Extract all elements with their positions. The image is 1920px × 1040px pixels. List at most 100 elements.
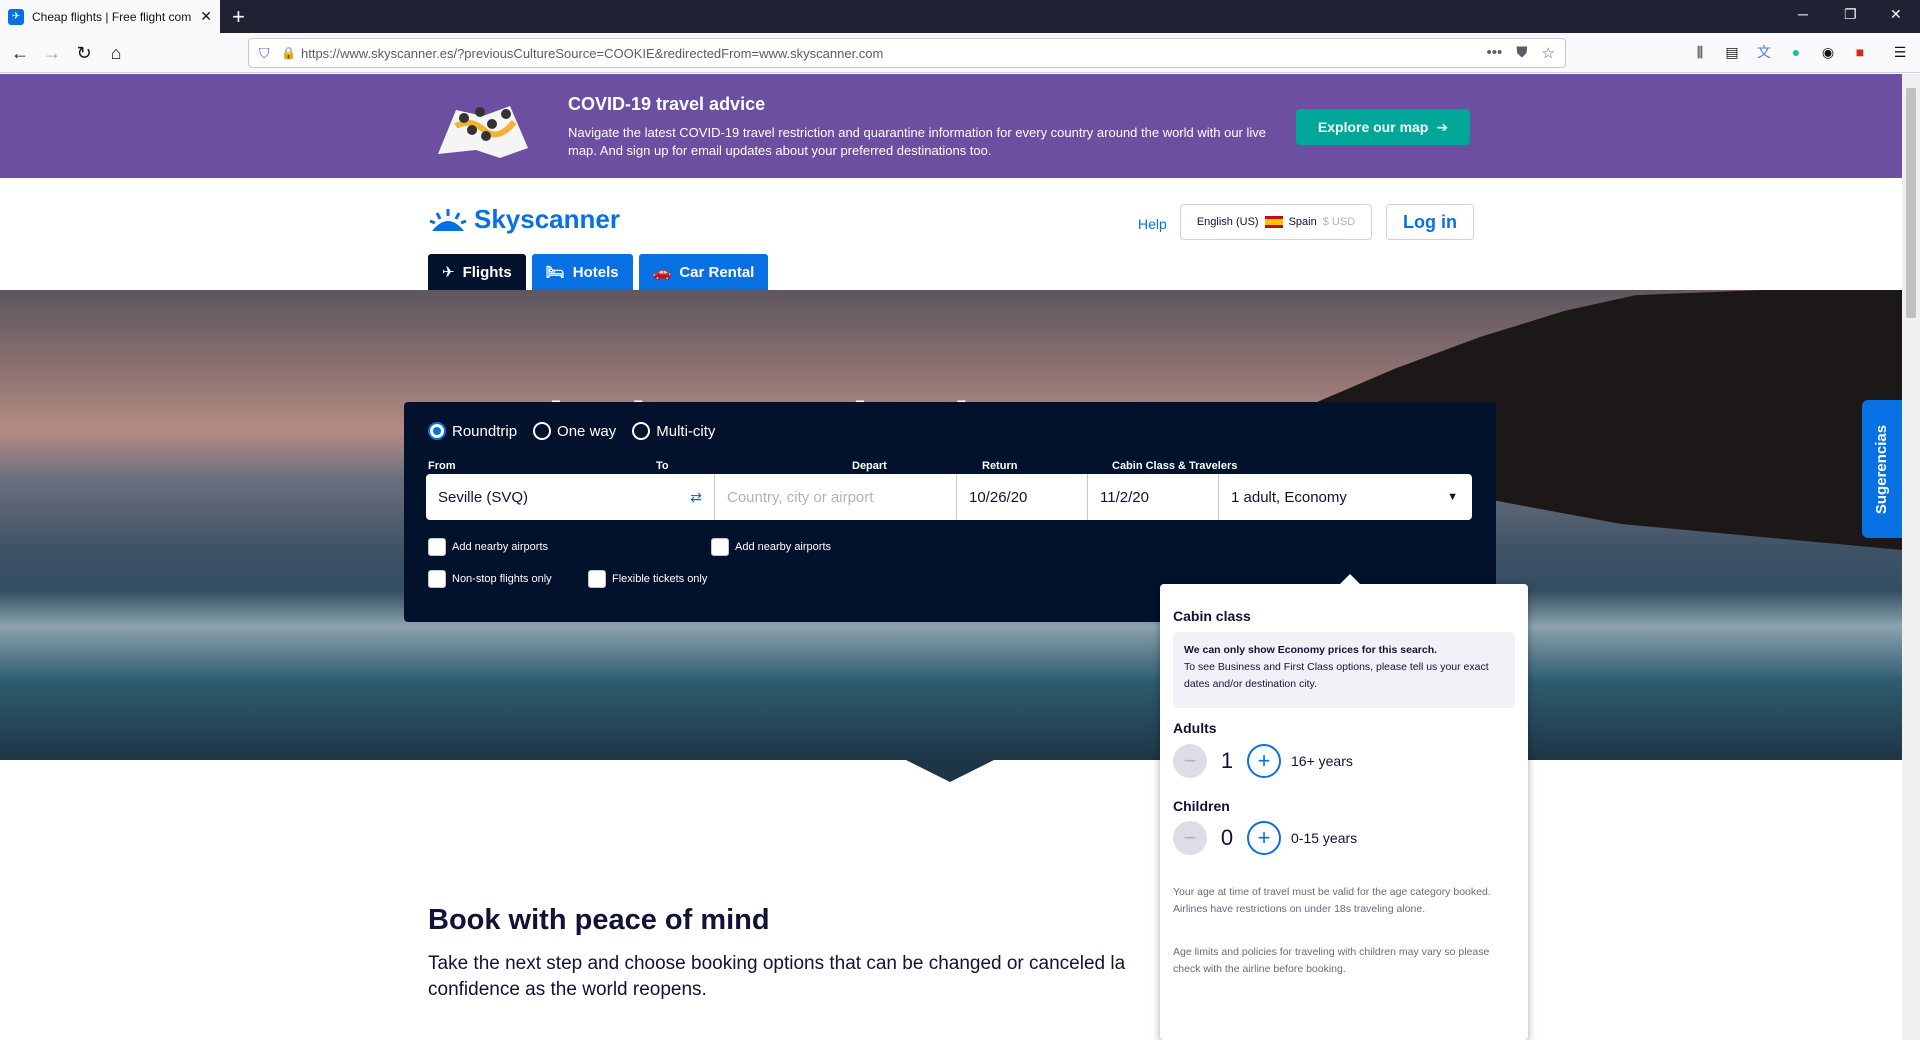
children-increase-button[interactable]: + — [1247, 821, 1281, 855]
depart-field[interactable]: 10/26/20 — [957, 474, 1088, 520]
maximize-icon[interactable]: ❐ — [1844, 6, 1857, 23]
multi-city-label: Multi-city — [656, 422, 716, 440]
explore-map-label: Explore our map — [1317, 119, 1429, 135]
page-scrollbar[interactable] — [1902, 74, 1920, 1040]
economy-info-box: We can only show Economy prices for this… — [1173, 632, 1515, 708]
extension-icon[interactable]: ■ — [1850, 42, 1870, 62]
close-window-icon[interactable]: ✕ — [1890, 6, 1902, 23]
chevron-down-icon: ▼ — [1447, 491, 1458, 503]
nearby-to-checkbox[interactable]: Add nearby airports — [711, 538, 831, 556]
url-text[interactable]: https://www.skyscanner.es/?previousCultu… — [301, 46, 1487, 61]
cabin-travelers-field[interactable]: 1 adult, Economy ▼ — [1219, 474, 1472, 520]
children-decrease-button[interactable]: − — [1173, 821, 1207, 855]
browser-tab[interactable]: ✈ Cheap flights | Free flight comparison… — [0, 0, 220, 33]
adults-stepper: − 1 + 16+ years — [1173, 744, 1353, 778]
sunrise-logo-icon — [429, 208, 467, 231]
checkbox-icon — [711, 538, 729, 556]
radio-unselected-icon — [533, 422, 552, 440]
economy-info-bold: We can only show Economy prices for this… — [1184, 644, 1438, 656]
adults-title: Adults — [1173, 720, 1217, 736]
depart-label: Depart — [852, 460, 887, 472]
tab-flights[interactable]: ✈ Flights — [428, 254, 526, 290]
menu-icon[interactable]: ☰ — [1890, 42, 1910, 62]
minimize-icon[interactable]: ─ — [1798, 6, 1808, 22]
covid-map-illustration — [438, 106, 528, 158]
book-text: Take the next step and choose booking op… — [428, 953, 1126, 1000]
suggestions-tab[interactable]: Sugerencias — [1862, 400, 1902, 538]
return-value: 11/2/20 — [1100, 488, 1149, 506]
return-label: Return — [982, 460, 1018, 472]
close-tab-icon[interactable]: ✕ — [200, 8, 212, 25]
tab-car-rental[interactable]: 🚗 Car Rental — [638, 254, 769, 290]
adults-age-range: 16+ years — [1291, 753, 1353, 769]
cabin-travelers-label: Cabin Class & Travelers — [1112, 460, 1238, 472]
one-way-label: One way — [557, 422, 617, 440]
back-icon[interactable]: ← — [8, 41, 32, 65]
adults-increase-button[interactable]: + — [1247, 744, 1281, 778]
page-actions-icon[interactable]: ••• — [1487, 44, 1503, 62]
browser-tab-bar: ✈ Cheap flights | Free flight comparison… — [0, 0, 1920, 33]
radio-multi-city[interactable]: Multi-city — [632, 422, 715, 440]
grammarly-icon[interactable]: ● — [1786, 42, 1806, 62]
radio-roundtrip[interactable]: Roundtrip — [428, 422, 517, 440]
tab-car-rental-label: Car Rental — [679, 263, 755, 281]
covid-title: COVID-19 travel advice — [568, 94, 766, 114]
airplane-icon: ✈ — [442, 264, 455, 281]
arrow-right-icon: ➔ — [1436, 118, 1449, 135]
tab-hotels-label: Hotels — [572, 263, 619, 281]
children-count: 0 — [1220, 825, 1234, 850]
explore-map-button[interactable]: Explore our map ➔ — [1296, 109, 1470, 145]
from-field[interactable]: Seville (SVQ) ⇄ — [426, 474, 715, 520]
children-stepper: − 0 + 0-15 years — [1173, 821, 1357, 855]
locale-selector[interactable]: English (US) Spain $ USD — [1180, 204, 1372, 240]
lock-icon[interactable]: 🔒 — [281, 46, 296, 60]
adults-count: 1 — [1220, 748, 1234, 773]
tab-hotels[interactable]: 🛏 Hotels — [531, 254, 633, 290]
reload-icon[interactable]: ↻ — [72, 41, 96, 65]
login-button[interactable]: Log in — [1386, 204, 1474, 240]
site-header: Skyscanner Help English (US) Spain $ USD… — [0, 178, 1902, 290]
translate-icon[interactable]: 文 — [1754, 42, 1774, 62]
webpage: COVID-19 travel advice Navigate the late… — [0, 74, 1902, 1040]
product-tabs: ✈ Flights 🛏 Hotels 🚗 Car Rental — [428, 254, 769, 290]
children-age-range: 0-15 years — [1291, 830, 1358, 846]
bed-icon: 🛏 — [545, 264, 565, 281]
to-label: To — [656, 460, 669, 472]
covid-banner: COVID-19 travel advice Navigate the late… — [0, 74, 1902, 178]
swap-icon[interactable]: ⇄ — [690, 489, 702, 506]
return-field[interactable]: 11/2/20 — [1088, 474, 1219, 520]
logo-text: Skyscanner — [474, 204, 620, 234]
spain-flag-icon — [1264, 216, 1283, 228]
library-icon[interactable]: ⫼ — [1690, 42, 1710, 62]
flexible-label: Flexible tickets only — [612, 573, 708, 585]
cabin-travelers-value: 1 adult, Economy — [1231, 488, 1347, 506]
tracking-shield-icon[interactable]: ⛉ — [259, 45, 275, 61]
new-tab-icon[interactable]: + — [232, 4, 245, 30]
nonstop-label: Non-stop flights only — [452, 573, 552, 585]
forward-icon[interactable]: → — [40, 41, 64, 65]
to-field[interactable]: Country, city or airport — [715, 474, 957, 520]
trip-type-radios: Roundtrip One way Multi-city — [428, 422, 715, 440]
url-host: https://www.skyscanner.es — [301, 45, 454, 61]
airline-policy-note: Age limits and policies for traveling wi… — [1173, 946, 1490, 975]
home-icon[interactable]: ⌂ — [104, 41, 128, 65]
flexible-checkbox[interactable]: Flexible tickets only — [588, 570, 707, 588]
economy-info-text: To see Business and First Class options,… — [1184, 661, 1489, 690]
nonstop-checkbox[interactable]: Non-stop flights only — [428, 570, 552, 588]
to-placeholder: Country, city or airport — [727, 488, 874, 506]
pocket-icon[interactable]: ⛊ — [1516, 44, 1527, 62]
scrollbar-thumb[interactable] — [1906, 88, 1916, 318]
adults-decrease-button[interactable]: − — [1173, 744, 1207, 778]
bookmark-star-icon[interactable]: ☆ — [1542, 44, 1555, 62]
skyscanner-logo[interactable]: Skyscanner — [428, 204, 620, 235]
nearby-from-checkbox[interactable]: Add nearby airports — [428, 538, 548, 556]
radio-unselected-icon — [632, 422, 651, 440]
help-link[interactable]: Help — [1138, 216, 1167, 232]
url-bar[interactable]: ⛉ 🔒 https://www.skyscanner.es/?previousC… — [248, 38, 1566, 68]
sidebar-icon[interactable]: ▤ — [1722, 42, 1742, 62]
radio-one-way[interactable]: One way — [533, 422, 616, 440]
checkbox-icon — [588, 570, 606, 588]
account-icon[interactable]: ◉ — [1818, 42, 1838, 62]
from-label: From — [428, 460, 456, 472]
skyscanner-favicon-icon: ✈ — [8, 8, 24, 25]
